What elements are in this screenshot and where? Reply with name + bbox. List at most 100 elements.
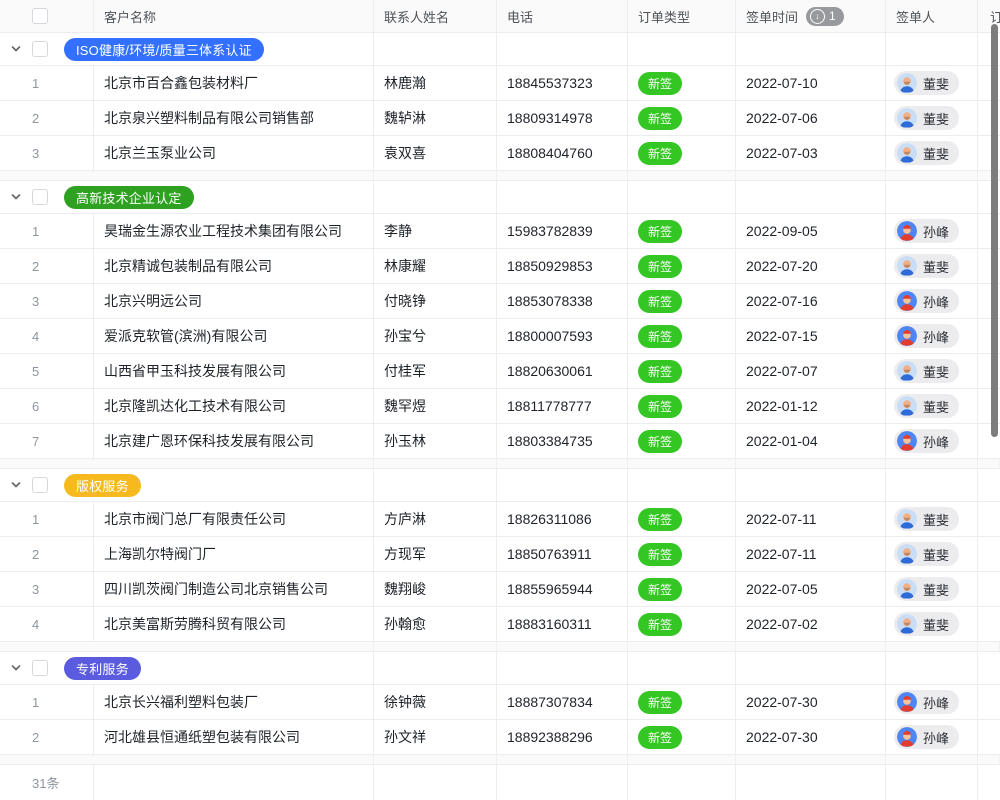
sort-badge[interactable]: ↓ 1 [806,7,844,26]
customer-name: 昊瑞金生源农业工程技术集团有限公司 [104,221,342,241]
signer-chip: 董斐 [894,542,959,566]
row-index: 2 [32,259,39,274]
table-row[interactable]: 6北京隆凯达化工技术有限公司魏罕煜18811778777新签2022-01-12… [0,389,1000,424]
contact-name: 袁双喜 [384,143,426,163]
group-header-row[interactable]: ISO健康/环境/质量三体系认证 [0,33,1000,66]
header-contact-name[interactable]: 联系人姓名 [374,0,497,32]
signer-chip: 董斐 [894,106,959,130]
group-empty-cell [628,181,736,213]
group-header-row[interactable]: 高新技术企业认定 [0,181,1000,214]
spacer-cell [978,755,1000,764]
signer-name: 董斐 [923,144,949,163]
contact-name: 魏轳淋 [384,108,426,128]
header-customer-name[interactable]: 客户名称 [94,0,374,32]
contact-name: 徐钟薇 [384,692,426,712]
table-row[interactable]: 4爱派克软管(滨洲)有限公司孙宝兮18800007593新签2022-07-15… [0,319,1000,354]
table-row[interactable]: 2北京精诚包装制品有限公司林康耀18850929853新签2022-07-20董… [0,249,1000,284]
customer-name: 河北雄县恒通纸塑包装有限公司 [104,727,300,747]
group-select-checkbox[interactable] [32,477,48,493]
table-row[interactable]: 3四川凯茨阀门制造公司北京销售公司魏翔峻18855965944新签2022-07… [0,572,1000,607]
signer-avatar [897,544,917,564]
phone-number: 18883160311 [507,616,592,632]
signer-name: 孙峰 [923,432,949,451]
phone-cell: 18811778777 [497,389,628,423]
row-index: 4 [32,329,39,344]
signer-avatar [897,509,917,529]
order-type-cell: 新签 [628,136,736,170]
row-index-cell: 4 [0,607,94,641]
vertical-scrollbar[interactable] [991,24,998,437]
header-order-type[interactable]: 订单类型 [628,0,736,32]
customer-name: 北京兰玉泵业公司 [104,143,216,163]
spacer-cell [736,755,886,764]
chevron-down-icon[interactable] [10,191,22,203]
table-row[interactable]: 5山西省甲玉科技发展有限公司付桂军18820630061新签2022-07-07… [0,354,1000,389]
table-row[interactable]: 2上海凯尔特阀门厂方现军18850763911新签2022-07-11董斐 [0,537,1000,572]
table-row[interactable]: 7北京建广恩环保科技发展有限公司孙玉林18803384735新签2022-01-… [0,424,1000,459]
group-select-checkbox[interactable] [32,660,48,676]
table-row[interactable]: 1北京长兴福利塑料包装厂徐钟薇18887307834新签2022-07-30孙峰 [0,685,1000,720]
signer-avatar [897,108,917,128]
order-type-tag: 新签 [638,290,682,313]
table-row[interactable]: 1北京市百合鑫包装材料厂林鹿瀚18845537323新签2022-07-10董斐 [0,66,1000,101]
footer-cell [628,765,736,800]
sign-date-cell: 2022-07-30 [736,685,886,719]
phone-cell: 18853078338 [497,284,628,318]
header-sign-date[interactable]: 签单时间 ↓ 1 [736,0,886,32]
spacer-cell [628,755,736,764]
contact-name: 付晓铮 [384,291,426,311]
row-index: 2 [32,547,39,562]
order-type-tag: 新签 [638,72,682,95]
table-row[interactable]: 4北京美富斯劳腾科贸有限公司孙翰愈18883160311新签2022-07-02… [0,607,1000,642]
signer-cell: 董斐 [886,249,978,283]
table-row[interactable]: 2河北雄县恒通纸塑包装有限公司孙文祥18892388296新签2022-07-3… [0,720,1000,755]
group-header-row[interactable]: 专利服务 [0,652,1000,685]
signer-cell: 董斐 [886,572,978,606]
contact-cell: 徐钟薇 [374,685,497,719]
table-row[interactable]: 3北京兴明远公司付晓铮18853078338新签2022-07-16孙峰 [0,284,1000,319]
table-row[interactable]: 1北京市阀门总厂有限责任公司方庐淋18826311086新签2022-07-11… [0,502,1000,537]
order-type-cell: 新签 [628,66,736,100]
sign-date-cell: 2022-01-04 [736,424,886,458]
contact-name: 付桂军 [384,361,426,381]
select-all-checkbox[interactable] [32,8,48,24]
row-index: 3 [32,582,39,597]
group-select-checkbox[interactable] [32,41,48,57]
footer-cell [94,765,374,800]
signer-avatar [897,361,917,381]
spacer-cell [374,171,497,180]
row-index: 3 [32,146,39,161]
customer-name: 北京建广恩环保科技发展有限公司 [104,431,314,451]
sign-date-cell: 2022-07-16 [736,284,886,318]
group-empty-cell [497,469,628,501]
row-index: 1 [32,695,39,710]
row-index-cell: 1 [0,502,94,536]
sign-date-cell: 2022-07-03 [736,136,886,170]
table-row[interactable]: 2北京泉兴塑料制品有限公司销售部魏轳淋18809314978新签2022-07-… [0,101,1000,136]
header-phone[interactable]: 电话 [497,0,628,32]
header-contact-label: 联系人姓名 [384,7,449,26]
chevron-down-icon[interactable] [10,479,22,491]
row-index-cell: 1 [0,214,94,248]
partial-cell [978,537,1000,571]
signer-avatar [897,579,917,599]
group-empty-cell [628,33,736,65]
chevron-down-icon[interactable] [10,662,22,674]
signer-cell: 孙峰 [886,685,978,719]
table-row[interactable]: 1昊瑞金生源农业工程技术集团有限公司李静15983782839新签2022-09… [0,214,1000,249]
group-header-row[interactable]: 版权服务 [0,469,1000,502]
customer-cell: 上海凯尔特阀门厂 [94,537,374,571]
row-index-cell: 3 [0,284,94,318]
header-signer[interactable]: 签单人 [886,0,978,32]
contact-name: 孙玉林 [384,431,426,451]
contact-cell: 魏翔峻 [374,572,497,606]
table-header-row: 客户名称 联系人姓名 电话 订单类型 签单时间 ↓ 1 签单人 订 [0,0,1000,33]
customer-cell: 北京兴明远公司 [94,284,374,318]
table-row[interactable]: 3北京兰玉泵业公司袁双喜18808404760新签2022-07-03董斐 [0,136,1000,171]
row-index-cell: 2 [0,249,94,283]
group-select-checkbox[interactable] [32,189,48,205]
phone-cell: 18887307834 [497,685,628,719]
chevron-down-icon[interactable] [10,43,22,55]
sign-date: 2022-07-03 [746,145,818,161]
customer-cell: 北京市阀门总厂有限责任公司 [94,502,374,536]
